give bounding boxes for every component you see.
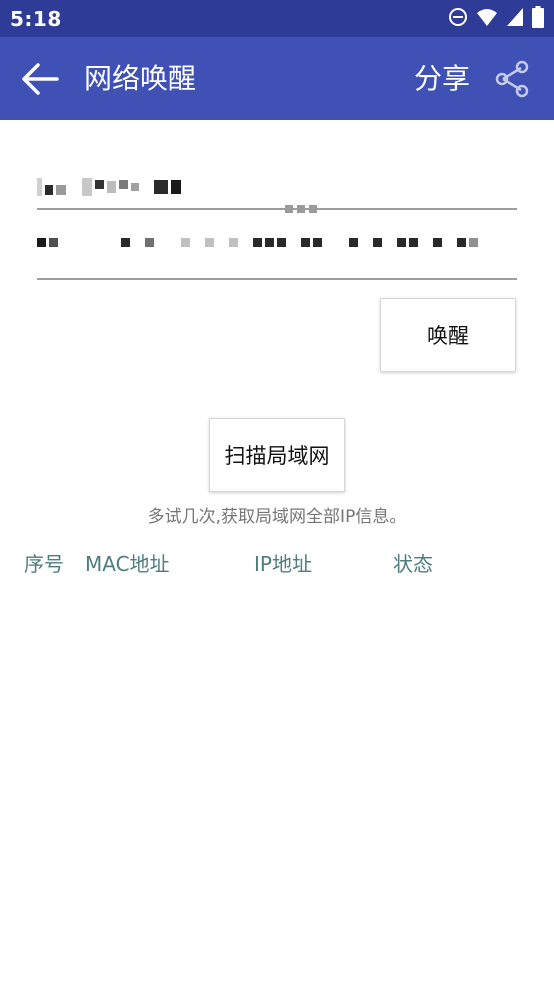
ip-field-underline-pixelated xyxy=(285,205,325,213)
status-icons xyxy=(448,5,544,32)
scan-hint-text: 多试几次,获取局域网全部IP信息。 xyxy=(147,507,407,527)
arrow-back-icon xyxy=(22,63,59,95)
status-bar: 5:18 xyxy=(0,0,554,37)
scan-lan-button[interactable]: 扫描局域网 xyxy=(209,418,345,492)
share-icon-button[interactable] xyxy=(492,59,532,99)
do-not-disturb-icon xyxy=(448,7,468,31)
mac-field-underline xyxy=(37,278,517,280)
mac-address-field[interactable] xyxy=(37,238,517,280)
mac-address-value-pixelated xyxy=(37,238,517,278)
signal-icon xyxy=(506,7,524,31)
share-button[interactable]: 分享 xyxy=(414,59,470,99)
page-title: 网络唤醒 xyxy=(84,62,197,95)
back-button[interactable] xyxy=(20,59,60,99)
ip-address-field[interactable] xyxy=(37,164,517,213)
app-bar: 网络唤醒 分享 xyxy=(0,37,554,120)
ip-address-value-pixelated xyxy=(37,164,517,204)
ip-field-underline xyxy=(37,208,517,210)
status-time: 5:18 xyxy=(10,6,62,31)
battery-icon xyxy=(532,5,544,32)
wake-button[interactable]: 唤醒 xyxy=(380,298,516,372)
share-icon xyxy=(495,60,529,98)
column-header-index: 序号 xyxy=(24,552,64,576)
column-header-status: 状态 xyxy=(393,552,433,576)
device-list xyxy=(0,590,554,985)
column-header-ip: IP地址 xyxy=(254,552,312,576)
wifi-icon xyxy=(476,7,498,31)
column-header-mac: MAC地址 xyxy=(85,552,170,576)
